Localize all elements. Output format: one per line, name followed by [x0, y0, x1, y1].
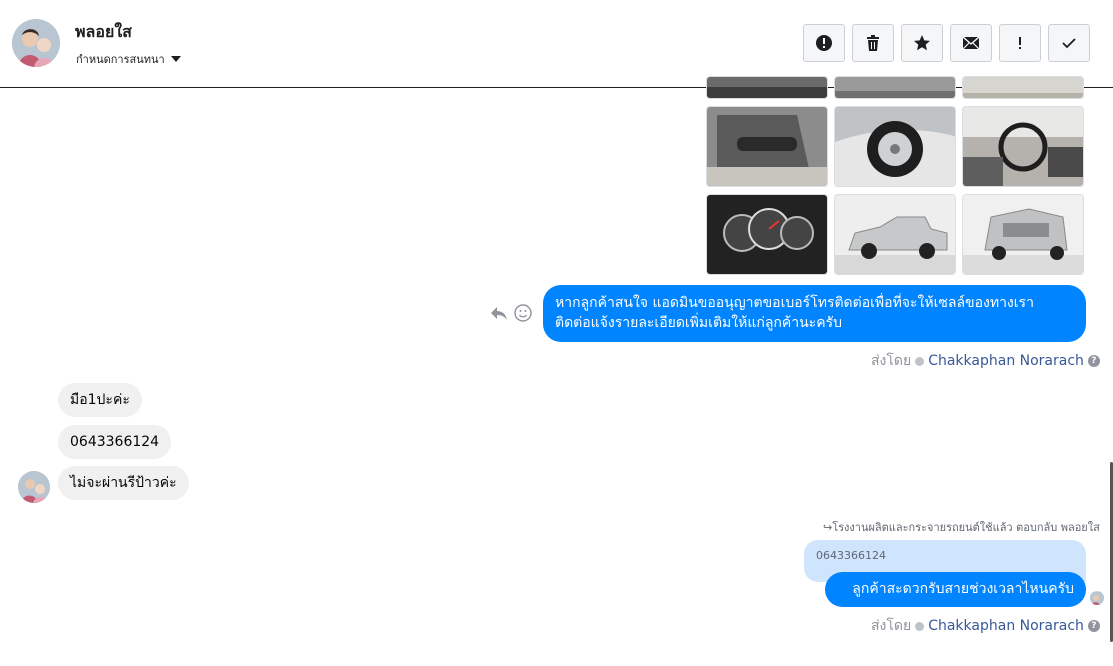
- message-text-line2: ติดต่อแจ้งรายละเอียดเพิ่มเติมให้แก่ลูกค้…: [555, 315, 842, 331]
- outgoing-message-1[interactable]: หากลูกค้าสนใจ แอดมินขออนุญาตขอเบอร์โทรติ…: [543, 285, 1086, 342]
- help-icon[interactable]: ?: [1087, 620, 1100, 632]
- conversation-toolbar: [803, 24, 1090, 62]
- message-text-line1: หากลูกค้าสนใจ แอดมินขออนุญาตขอเบอร์โทรติ…: [555, 295, 1034, 311]
- message-actions: [490, 304, 532, 322]
- incoming-message-1[interactable]: มือ1ปะค่ะ: [58, 383, 142, 417]
- seen-avatar: [1090, 591, 1104, 605]
- conversation-settings-label: กำหนดการสนทนา: [76, 53, 165, 66]
- sent-by-info-1: ส่งโดย Chakkaphan Norarach ?: [871, 350, 1100, 372]
- incoming-message-2[interactable]: 0643366124: [58, 425, 172, 459]
- alert-circle-icon: [816, 35, 832, 51]
- delete-button[interactable]: [852, 24, 894, 62]
- exclamation-icon: [1019, 37, 1021, 49]
- car-photo-side[interactable]: [834, 194, 956, 275]
- help-icon[interactable]: ?: [1087, 355, 1100, 367]
- star-icon: [914, 35, 930, 51]
- car-photo-top-3[interactable]: [962, 76, 1084, 99]
- contact-avatar[interactable]: [12, 19, 60, 67]
- verified-icon: [915, 356, 925, 366]
- agent-name[interactable]: Chakkaphan Norarach: [928, 618, 1084, 634]
- emoji-icon[interactable]: [514, 304, 532, 322]
- contact-name: พลอยใส: [75, 22, 132, 41]
- contact-avatar-small[interactable]: [18, 471, 50, 503]
- sent-by-label: ส่งโดย: [871, 353, 912, 369]
- trash-icon: [867, 35, 879, 51]
- incoming-message-3[interactable]: ไม่จะผ่านรีป้าวค่ะ: [58, 466, 189, 500]
- car-photo-door-top[interactable]: [706, 76, 828, 99]
- conversation-header: พลอยใส กำหนดการสนทนา: [0, 0, 1113, 88]
- car-photo-gauges[interactable]: [706, 194, 828, 275]
- spam-button[interactable]: [803, 24, 845, 62]
- sent-by-label: ส่งโดย: [871, 618, 912, 634]
- sent-by-info-2: ส่งโดย Chakkaphan Norarach ?: [871, 615, 1100, 637]
- car-photo-top-2[interactable]: [834, 76, 956, 99]
- car-photo-wheel[interactable]: [834, 106, 956, 187]
- car-photo-dashboard[interactable]: [962, 106, 1084, 187]
- star-button[interactable]: [901, 24, 943, 62]
- follow-up-button[interactable]: [999, 24, 1041, 62]
- car-photo-rear[interactable]: [962, 194, 1084, 275]
- conversation-settings-dropdown[interactable]: กำหนดการสนทนา: [76, 50, 181, 68]
- chevron-down-icon: [170, 56, 181, 62]
- agent-name[interactable]: Chakkaphan Norarach: [928, 353, 1084, 369]
- verified-icon: [915, 621, 925, 631]
- envelope-icon: [962, 36, 980, 50]
- car-photo-door-panel[interactable]: [706, 106, 828, 187]
- checkmark-icon: [1062, 38, 1076, 49]
- reply-icon[interactable]: [490, 305, 508, 321]
- reply-context: ↪โรงงานผลิตและกระจายรถยนต์ใช้แล้ว ตอบกลั…: [823, 521, 1100, 534]
- done-button[interactable]: [1048, 24, 1090, 62]
- mark-unread-button[interactable]: [950, 24, 992, 62]
- outgoing-message-2[interactable]: ลูกค้าสะดวกรับสายช่วงเวลาไหนครับ: [825, 572, 1086, 607]
